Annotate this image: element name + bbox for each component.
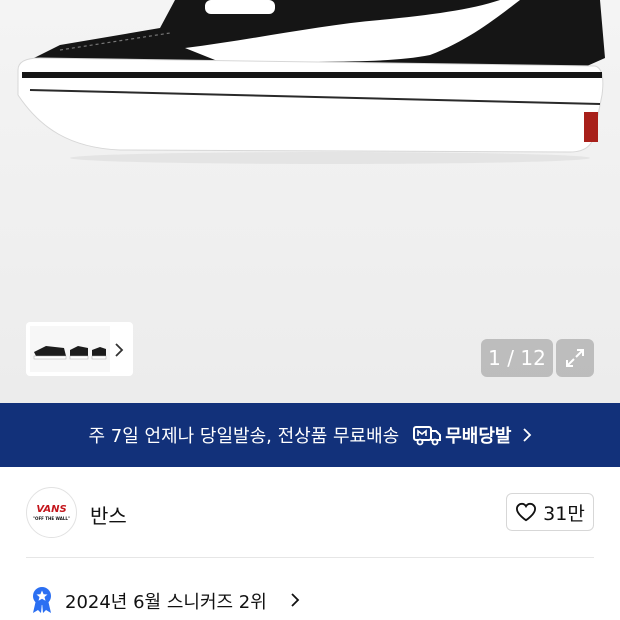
store-name[interactable]: 반스 <box>90 500 127 529</box>
delivery-truck-icon <box>413 426 442 446</box>
divider <box>26 557 594 558</box>
brand-badge: 무배당발 <box>413 422 512 448</box>
banner-text: 주 7일 언제나 당일발송, 전상품 무료배송 <box>88 426 400 447</box>
product-image-gallery[interactable]: 1 / 12 <box>0 0 620 403</box>
shipping-banner[interactable]: 주 7일 언제나 당일발송, 전상품 무료배송 무배당발 <box>0 403 620 467</box>
store-row[interactable]: VANS "OFF THE WALL" 반스 31만 <box>0 467 620 558</box>
thumbnail-image <box>30 326 110 372</box>
heart-icon <box>516 502 537 522</box>
chevron-right-icon[interactable] <box>290 592 300 608</box>
brand-name: 무배당발 <box>445 426 512 447</box>
product-image <box>17 0 605 164</box>
logo-subtext: "OFF THE WALL" <box>32 516 71 521</box>
like-button[interactable]: 31만 <box>506 493 594 531</box>
chevron-right-icon[interactable] <box>112 342 126 358</box>
store-logo[interactable]: VANS "OFF THE WALL" <box>26 487 77 538</box>
ranking-row[interactable]: 2024년 6월 스니커즈 2위 <box>0 580 620 620</box>
expand-icon <box>566 349 584 367</box>
expand-button[interactable] <box>556 339 594 377</box>
image-counter: 1 / 12 <box>481 339 553 377</box>
like-count: 31만 <box>543 502 585 525</box>
logo-text: VANS <box>36 504 67 515</box>
ranking-text[interactable]: 2024년 6월 스니커즈 2위 <box>65 588 267 614</box>
rank-badge-icon <box>33 587 51 613</box>
chevron-right-icon <box>522 428 531 442</box>
